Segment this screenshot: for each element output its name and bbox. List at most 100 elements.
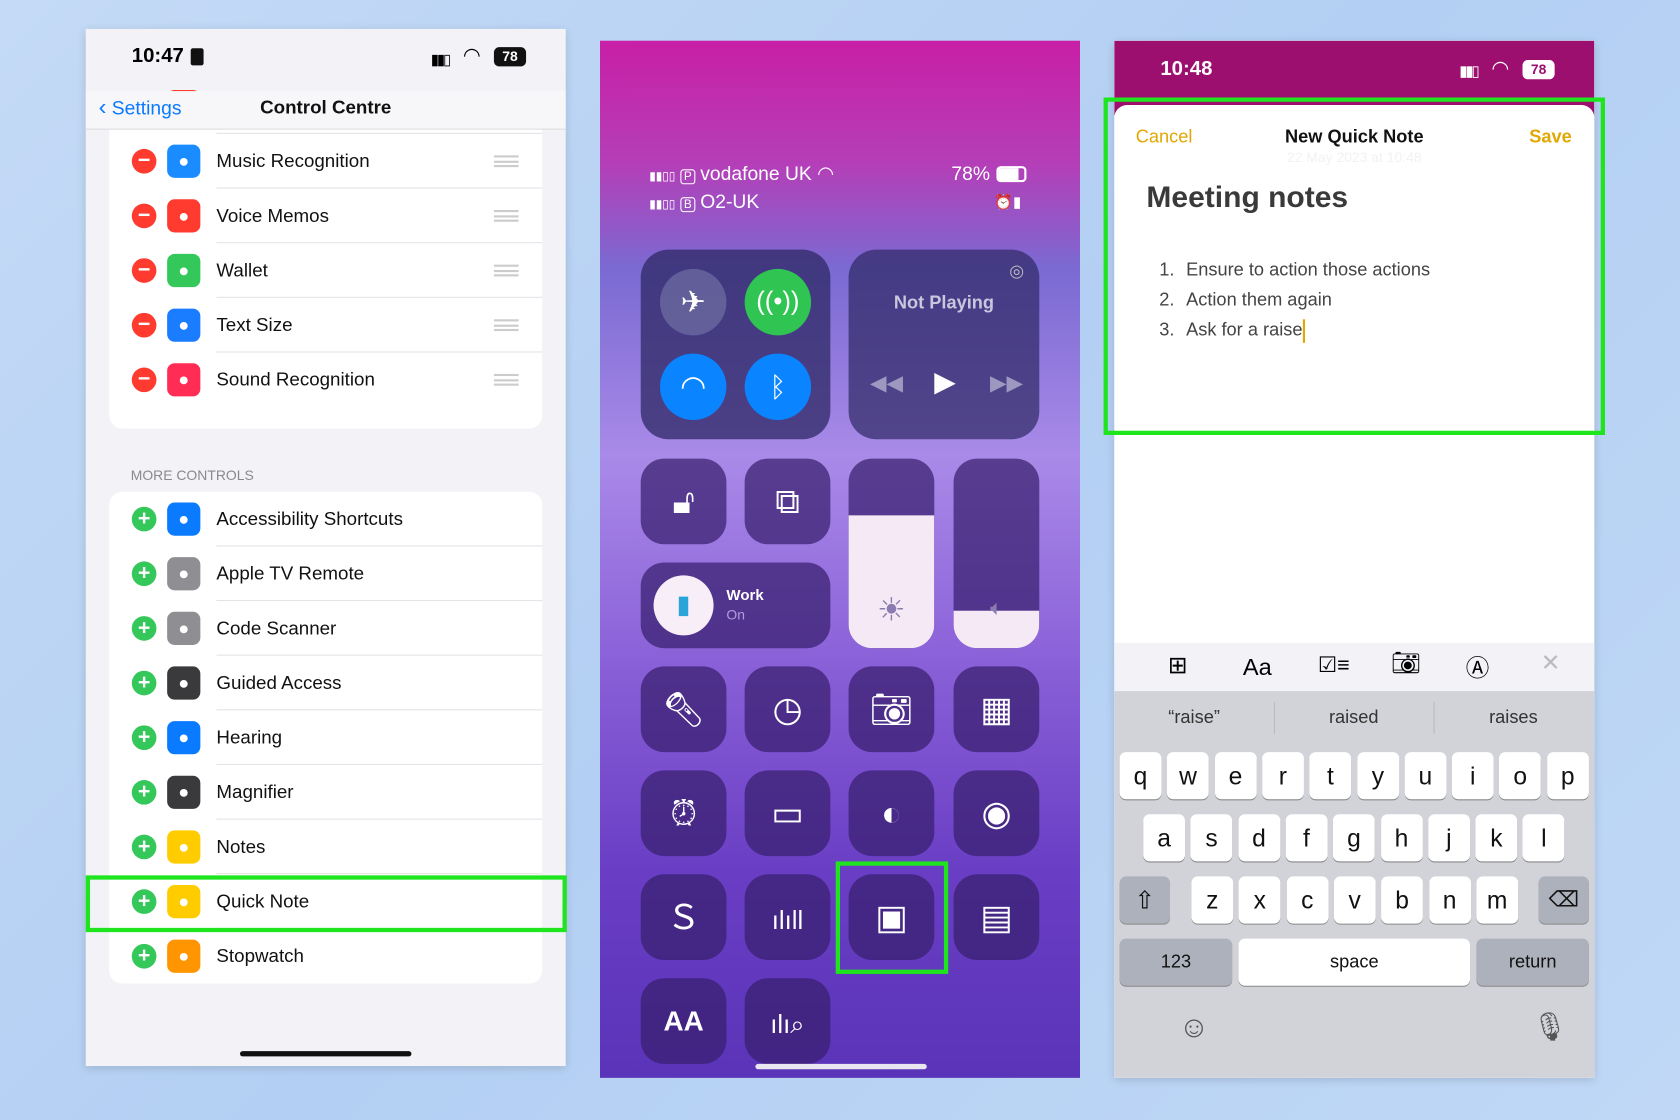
key-r[interactable]: r (1262, 752, 1304, 800)
bluetooth-toggle[interactable]: ᛒ (744, 353, 812, 421)
voice-memos-tile[interactable]: ılıll (744, 874, 831, 961)
brightness-slider[interactable]: ☀ (848, 458, 935, 649)
delete-key[interactable]: ⌫ (1538, 876, 1589, 924)
screen-recording-tile[interactable]: ◉ (953, 770, 1040, 857)
text-size-tile[interactable]: AA (640, 978, 727, 1064)
flashlight-tile[interactable]: 🔦︎ (640, 666, 727, 753)
reorder-handle-icon[interactable] (493, 155, 519, 168)
key-x[interactable]: x (1238, 876, 1281, 924)
numbers-key[interactable]: 123 (1119, 938, 1233, 986)
key-i[interactable]: i (1451, 752, 1494, 800)
control-row[interactable]: + ● Hearing (109, 710, 543, 766)
key-m[interactable]: m (1476, 876, 1518, 924)
control-row[interactable]: − ● Sound Recognition (109, 353, 542, 408)
reorder-handle-icon[interactable] (493, 264, 519, 277)
calculator-tile[interactable]: ▦ (953, 666, 1040, 753)
remove-control-button[interactable]: − (131, 367, 157, 393)
close-toolbar-button[interactable]: ✕ (1541, 649, 1561, 677)
airplay-icon[interactable]: ◎ (1009, 260, 1024, 281)
control-row[interactable]: − ● Wallet (109, 243, 543, 298)
cellular-data-toggle[interactable]: ((•)) (744, 268, 812, 336)
key-u[interactable]: u (1404, 752, 1447, 800)
key-l[interactable]: l (1522, 814, 1565, 862)
key-t[interactable]: t (1309, 752, 1352, 800)
key-j[interactable]: j (1427, 814, 1470, 862)
key-q[interactable]: q (1119, 752, 1162, 800)
key-c[interactable]: c (1286, 876, 1329, 924)
sound-recognition-tile[interactable]: ılı⌕ (744, 978, 831, 1064)
key-s[interactable]: s (1190, 814, 1233, 862)
control-row[interactable]: + ● Notes (109, 820, 543, 875)
shift-key[interactable]: ⇧ (1119, 876, 1171, 924)
key-n[interactable]: n (1428, 876, 1471, 924)
key-v[interactable]: v (1333, 876, 1376, 924)
control-row[interactable]: + ● Code Scanner (109, 601, 543, 656)
airplane-mode-toggle[interactable]: ✈ (660, 268, 727, 336)
markup-button[interactable]: Ⓐ (1466, 649, 1490, 683)
play-button[interactable]: ▶ (934, 365, 955, 398)
dark-mode-tile[interactable]: ◐ (848, 770, 935, 857)
control-row[interactable]: − ● Text Size (109, 298, 543, 353)
wifi-toggle[interactable]: ◠ (660, 353, 727, 421)
control-row[interactable]: + ● Stopwatch (109, 929, 542, 984)
screen-mirroring-tile[interactable]: ⧉ (744, 458, 831, 545)
key-d[interactable]: d (1238, 814, 1280, 862)
key-o[interactable]: o (1499, 752, 1542, 800)
control-row[interactable]: + ● Magnifier (109, 765, 543, 820)
control-row[interactable]: + ● Apple TV Remote (109, 546, 543, 602)
control-row[interactable]: + ● Guided Access (109, 656, 543, 711)
rewind-button[interactable]: ◀◀ (870, 370, 903, 397)
key-h[interactable]: h (1380, 814, 1423, 862)
suggestion[interactable]: raised (1274, 707, 1434, 728)
suggestion[interactable]: raises (1434, 707, 1594, 728)
key-z[interactable]: z (1191, 876, 1234, 924)
reorder-handle-icon[interactable] (493, 373, 519, 386)
fast-forward-button[interactable]: ▶▶ (990, 370, 1023, 397)
wallet-tile[interactable]: ▤ (953, 874, 1040, 961)
add-control-button[interactable]: + (131, 561, 157, 587)
add-control-button[interactable]: + (131, 725, 157, 751)
add-control-button[interactable]: + (131, 780, 157, 805)
key-b[interactable]: b (1381, 876, 1424, 924)
key-e[interactable]: e (1214, 752, 1257, 800)
checklist-button[interactable]: ☑≡ (1318, 651, 1350, 678)
add-control-button[interactable]: + (131, 834, 157, 860)
focus-work-tile[interactable]: ▮ Work On (640, 562, 831, 649)
speaker-icon: 🔈︎ (990, 596, 1003, 621)
add-control-button[interactable]: + (131, 670, 157, 696)
add-control-button[interactable]: + (131, 616, 157, 641)
format-button[interactable]: Aa (1243, 654, 1272, 682)
emoji-button[interactable]: ☺ (1179, 1010, 1210, 1044)
music-recognition-tile[interactable]: Ｓ (640, 874, 727, 961)
dictation-button[interactable]: 🎙︎ (1532, 1010, 1567, 1043)
add-control-button[interactable]: + (131, 506, 157, 532)
remove-control-button[interactable]: − (131, 148, 157, 174)
low-power-mode-tile[interactable]: ▭ (744, 770, 831, 857)
suggestion[interactable]: “raise” (1114, 707, 1274, 728)
control-row[interactable]: + ● Accessibility Shortcuts (109, 492, 543, 547)
space-key[interactable]: space (1238, 938, 1471, 986)
return-key[interactable]: return (1476, 938, 1589, 986)
remove-control-button[interactable]: − (131, 203, 157, 229)
alarm-tile[interactable]: ⏰︎ (640, 770, 727, 857)
key-y[interactable]: y (1356, 752, 1399, 800)
key-a[interactable]: a (1143, 814, 1186, 862)
key-p[interactable]: p (1546, 752, 1589, 800)
timer-tile[interactable]: ◷ (744, 666, 831, 753)
volume-slider[interactable]: 🔈︎ (953, 458, 1040, 649)
key-k[interactable]: k (1475, 814, 1518, 862)
table-button[interactable]: ⊞ (1168, 651, 1188, 679)
orientation-lock-tile[interactable]: 🔓︎ (640, 458, 727, 545)
remove-control-button[interactable]: − (131, 312, 157, 338)
remove-control-button[interactable]: − (131, 258, 157, 283)
key-f[interactable]: f (1285, 814, 1328, 862)
control-row[interactable]: − ● Voice Memos (109, 189, 543, 244)
camera-tile[interactable]: 📷︎ (848, 666, 935, 753)
add-control-button[interactable]: + (131, 943, 157, 969)
reorder-handle-icon[interactable] (493, 210, 519, 222)
reorder-handle-icon[interactable] (493, 319, 519, 332)
key-g[interactable]: g (1333, 814, 1375, 862)
camera-button[interactable]: 📷︎ (1391, 649, 1421, 677)
control-row[interactable]: − ● Music Recognition (109, 134, 543, 189)
key-w[interactable]: w (1167, 752, 1209, 800)
